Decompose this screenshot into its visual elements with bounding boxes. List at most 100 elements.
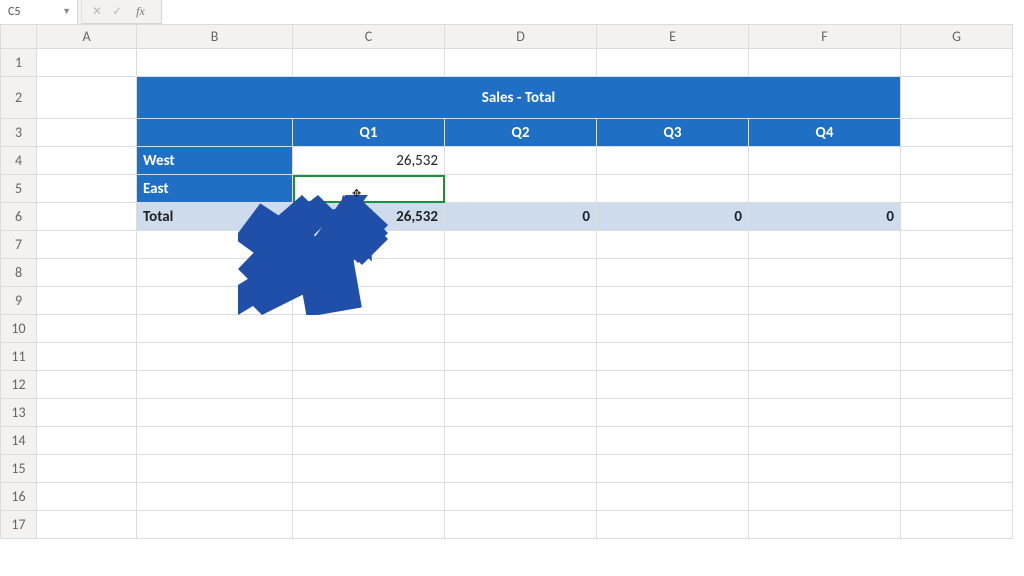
- cancel-icon[interactable]: ✕: [92, 4, 102, 19]
- cell-E15[interactable]: [597, 455, 749, 483]
- cell-C10[interactable]: [293, 315, 445, 343]
- cell-D9[interactable]: [445, 287, 597, 315]
- sales-colhead-Q4[interactable]: Q4: [749, 119, 901, 147]
- cell-F12[interactable]: [749, 371, 901, 399]
- cell-E14[interactable]: [597, 427, 749, 455]
- cell-A3[interactable]: [37, 119, 137, 147]
- sales-total-Q2[interactable]: 0: [445, 203, 597, 231]
- cell-G1[interactable]: [901, 49, 1013, 77]
- cell-F4[interactable]: [749, 147, 901, 175]
- cell-B10[interactable]: [137, 315, 293, 343]
- cell-C17[interactable]: [293, 511, 445, 539]
- cell-A12[interactable]: [37, 371, 137, 399]
- cell-G14[interactable]: [901, 427, 1013, 455]
- row-header-17[interactable]: 17: [1, 511, 37, 539]
- cell-D8[interactable]: [445, 259, 597, 287]
- cell-B16[interactable]: [137, 483, 293, 511]
- row-header-12[interactable]: 12: [1, 371, 37, 399]
- cell-G7[interactable]: [901, 231, 1013, 259]
- row-header-14[interactable]: 14: [1, 427, 37, 455]
- sales-colhead-Q1[interactable]: Q1: [293, 119, 445, 147]
- col-header-G[interactable]: G: [901, 25, 1013, 49]
- cell-B15[interactable]: [137, 455, 293, 483]
- cell-A13[interactable]: [37, 399, 137, 427]
- cell-D16[interactable]: [445, 483, 597, 511]
- cell-E10[interactable]: [597, 315, 749, 343]
- cell-A17[interactable]: [37, 511, 137, 539]
- cell-F8[interactable]: [749, 259, 901, 287]
- row-header-6[interactable]: 6: [1, 203, 37, 231]
- cell-G10[interactable]: [901, 315, 1013, 343]
- row-header-4[interactable]: 4: [1, 147, 37, 175]
- cell-D15[interactable]: [445, 455, 597, 483]
- sales-colhead-Q2[interactable]: Q2: [445, 119, 597, 147]
- cell-G3[interactable]: [901, 119, 1013, 147]
- chevron-down-icon[interactable]: ▼: [62, 0, 71, 24]
- row-header-10[interactable]: 10: [1, 315, 37, 343]
- cell-B8[interactable]: [137, 259, 293, 287]
- sales-total-Q1[interactable]: 26,532: [293, 203, 445, 231]
- cell-F11[interactable]: [749, 343, 901, 371]
- cell-A5[interactable]: [37, 175, 137, 203]
- cell-C4[interactable]: 26,532: [293, 147, 445, 175]
- cell-C9[interactable]: [293, 287, 445, 315]
- cell-G8[interactable]: [901, 259, 1013, 287]
- cell-B7[interactable]: [137, 231, 293, 259]
- cell-C5[interactable]: [293, 175, 445, 203]
- cell-A1[interactable]: [37, 49, 137, 77]
- cell-D12[interactable]: [445, 371, 597, 399]
- cell-G15[interactable]: [901, 455, 1013, 483]
- cell-D10[interactable]: [445, 315, 597, 343]
- cell-G12[interactable]: [901, 371, 1013, 399]
- cell-B12[interactable]: [137, 371, 293, 399]
- cell-D4[interactable]: [445, 147, 597, 175]
- cell-F5[interactable]: [749, 175, 901, 203]
- cell-G11[interactable]: [901, 343, 1013, 371]
- cell-C14[interactable]: [293, 427, 445, 455]
- cell-D11[interactable]: [445, 343, 597, 371]
- cell-F7[interactable]: [749, 231, 901, 259]
- cell-D13[interactable]: [445, 399, 597, 427]
- row-header-2[interactable]: 2: [1, 77, 37, 119]
- cell-G6[interactable]: [901, 203, 1013, 231]
- cell-G16[interactable]: [901, 483, 1013, 511]
- cell-B13[interactable]: [137, 399, 293, 427]
- sales-total-Q3[interactable]: 0: [597, 203, 749, 231]
- cell-A9[interactable]: [37, 287, 137, 315]
- sales-total-label[interactable]: Total: [137, 203, 293, 231]
- cell-E16[interactable]: [597, 483, 749, 511]
- cell-A6[interactable]: [37, 203, 137, 231]
- cell-E11[interactable]: [597, 343, 749, 371]
- sales-colhead-Q3[interactable]: Q3: [597, 119, 749, 147]
- cell-D14[interactable]: [445, 427, 597, 455]
- cell-G4[interactable]: [901, 147, 1013, 175]
- sales-colhead-blank[interactable]: [137, 119, 293, 147]
- cell-F13[interactable]: [749, 399, 901, 427]
- cell-E8[interactable]: [597, 259, 749, 287]
- fx-icon[interactable]: fx: [132, 4, 145, 19]
- sales-row-west[interactable]: West: [137, 147, 293, 175]
- row-header-15[interactable]: 15: [1, 455, 37, 483]
- cell-B11[interactable]: [137, 343, 293, 371]
- cell-E17[interactable]: [597, 511, 749, 539]
- row-header-3[interactable]: 3: [1, 119, 37, 147]
- formula-input[interactable]: [161, 0, 1024, 24]
- cell-E13[interactable]: [597, 399, 749, 427]
- cell-B14[interactable]: [137, 427, 293, 455]
- cell-E4[interactable]: [597, 147, 749, 175]
- cell-A11[interactable]: [37, 343, 137, 371]
- cell-G17[interactable]: [901, 511, 1013, 539]
- cell-F9[interactable]: [749, 287, 901, 315]
- cell-B1[interactable]: [137, 49, 293, 77]
- col-header-D[interactable]: D: [445, 25, 597, 49]
- row-header-8[interactable]: 8: [1, 259, 37, 287]
- cell-C8[interactable]: [293, 259, 445, 287]
- cell-B9[interactable]: [137, 287, 293, 315]
- sales-title[interactable]: Sales - Total: [137, 77, 901, 119]
- cell-F15[interactable]: [749, 455, 901, 483]
- row-header-16[interactable]: 16: [1, 483, 37, 511]
- cell-G2[interactable]: [901, 77, 1013, 119]
- col-header-E[interactable]: E: [597, 25, 749, 49]
- cell-G9[interactable]: [901, 287, 1013, 315]
- cell-F17[interactable]: [749, 511, 901, 539]
